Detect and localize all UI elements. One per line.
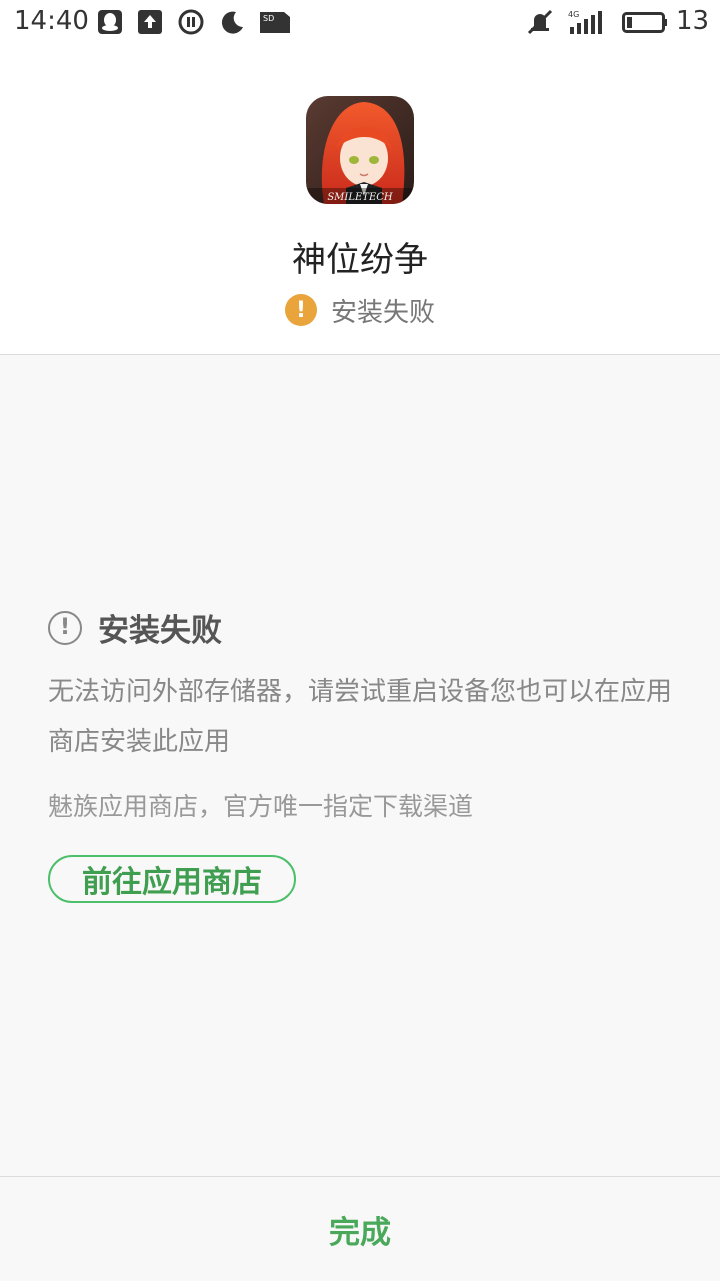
moon-icon [221, 11, 243, 34]
sd-card-icon: SD [260, 12, 290, 33]
error-title-row: ! 安装失败 [48, 605, 222, 650]
battery-icon [622, 12, 667, 33]
go-to-app-store-button[interactable]: 前往应用商店 [48, 855, 296, 903]
error-panel: ! 安装失败 无法访问外部存储器，请尝试重启设备您也可以在应用商店安装此应用 魅… [0, 355, 720, 1176]
error-title: 安装失败 [98, 613, 222, 649]
install-status-text: 安装失败 [330, 297, 435, 328]
footer-bar: 完成 [0, 1176, 720, 1281]
icon-brand-text: SMILETECH [327, 192, 393, 203]
battery-level: 13 [676, 6, 710, 36]
app-header: SMILETECH 神位纷争 ! 安装失败 [0, 46, 720, 355]
signal-icon: 4G [568, 10, 602, 34]
app-name: 神位纷争 [292, 240, 428, 280]
mute-icon [527, 9, 553, 35]
network-type: 4G [568, 10, 579, 19]
upload-icon [138, 10, 162, 34]
error-info-icon: ! [48, 610, 82, 645]
warning-icon: ! [284, 294, 317, 326]
error-description: 无法访问外部存储器，请尝试重启设备您也可以在应用商店安装此应用 [48, 677, 673, 757]
app-icon: SMILETECH [306, 96, 414, 204]
store-note: 魅族应用商店，官方唯一指定下载渠道 [48, 792, 474, 821]
pause-icon [178, 9, 204, 35]
svg-text:SD: SD [263, 14, 274, 23]
clock: 14:40 [14, 6, 89, 36]
qq-icon [98, 10, 122, 34]
status-bar: 14:40 SD 4G 13 [0, 0, 720, 46]
install-status-row: ! 安装失败 [0, 290, 720, 330]
done-button[interactable]: 完成 [0, 1177, 720, 1281]
